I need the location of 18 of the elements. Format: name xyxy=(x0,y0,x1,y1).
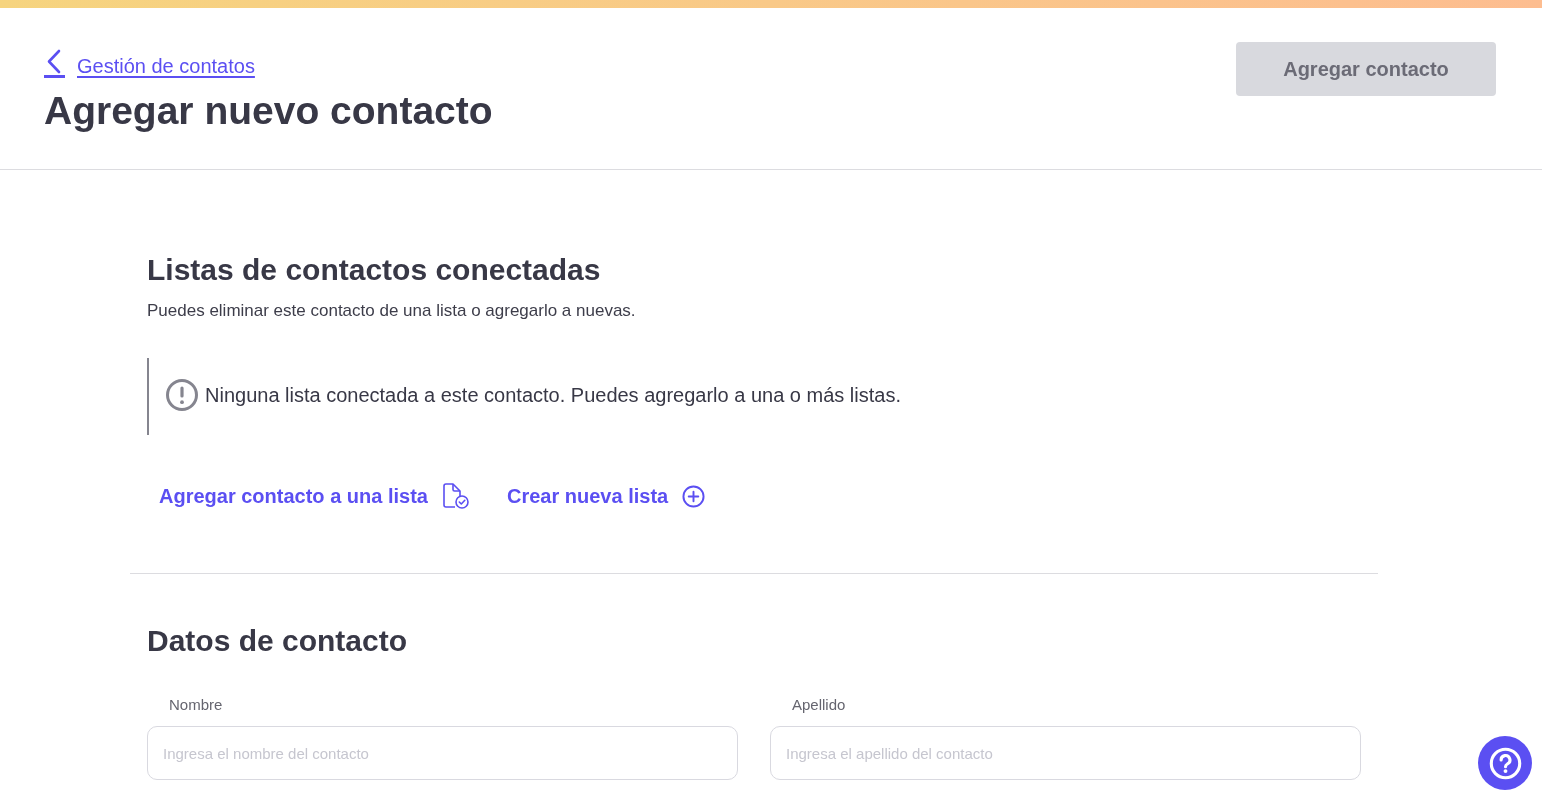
section-title: Listas de contactos conectadas xyxy=(147,252,602,288)
section-title: Datos de contacto xyxy=(147,623,409,659)
action-link[interactable]: Crear nueva lista xyxy=(494,481,718,511)
help-button[interactable] xyxy=(1478,736,1532,790)
input-field[interactable]: Ingresa el apellido del contacto xyxy=(770,726,1361,780)
question-icon xyxy=(1488,746,1522,780)
input-field[interactable]: Ingresa el nombre del contacto xyxy=(147,726,738,780)
field-label: Apellido xyxy=(791,696,847,714)
chevron-left-icon xyxy=(44,48,65,78)
page-title: Agregar nuevo contacto xyxy=(44,88,493,134)
action-link[interactable]: Agregar contacto a una lista xyxy=(147,481,481,511)
plus-circle-icon xyxy=(682,484,706,508)
field-label: Nombre xyxy=(168,696,224,714)
back-link[interactable]: Gestión de contatos xyxy=(44,50,493,78)
alert-icon xyxy=(165,377,199,412)
document-check-icon xyxy=(441,483,469,509)
section-description: Puedes eliminar este contacto de una lista o agregarlo a nuevas. xyxy=(147,300,637,322)
notice-text: Ninguna lista conectada a este contacto. Puedes agregarlo a una o más listas. xyxy=(205,382,901,407)
